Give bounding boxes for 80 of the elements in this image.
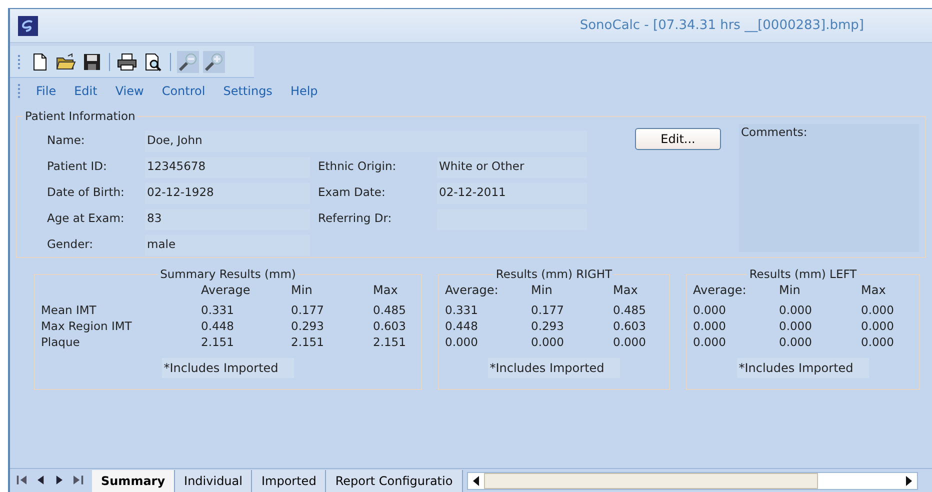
table-cell-text: 0.000	[693, 318, 727, 334]
window-title: SonoCalc - [07.34.31 hrs __[0000283].bmp]	[580, 18, 864, 33]
column-header: Average:	[693, 282, 748, 298]
field-label: Date of Birth:	[46, 184, 126, 202]
field-label: Exam Date:	[317, 184, 386, 202]
field-label: Patient ID:	[46, 158, 108, 176]
field-label: Ethnic Origin:	[317, 158, 398, 176]
table-cell-text: 0.000	[531, 334, 565, 350]
field-label: Name:	[46, 132, 86, 150]
app-logo-icon	[18, 16, 38, 36]
menu-item[interactable]: File	[29, 80, 64, 102]
table-cell-text: 0.448	[201, 318, 235, 334]
table-cell-text: 0.000	[779, 302, 813, 318]
field-label: Gender:	[46, 236, 94, 254]
table-cell-text: 0.000	[861, 318, 895, 334]
menu-item[interactable]: Help	[283, 80, 325, 102]
table-cell-text: 0.331	[201, 302, 235, 318]
open-folder-button[interactable]	[55, 50, 77, 72]
printer-button[interactable]	[116, 50, 138, 72]
table-cell-text: 0.177	[531, 302, 565, 318]
table-cell-text: 0.485	[373, 302, 407, 318]
menu-item[interactable]: Control	[154, 80, 212, 102]
group-title: Patient Information	[24, 108, 136, 124]
group-title: Results (mm) LEFT	[748, 266, 858, 282]
field-value: 02-12-1928	[145, 182, 310, 204]
column-header: Min	[779, 282, 802, 298]
scroll-right-icon[interactable]	[905, 476, 913, 486]
field-value: 02-12-2011	[437, 182, 587, 204]
column-header: Min	[291, 282, 314, 298]
scroll-left-icon[interactable]	[472, 476, 480, 486]
table-cell-text: 2.151	[201, 334, 235, 350]
column-header: Max	[861, 282, 887, 298]
footnote: *Includes Imported	[488, 358, 620, 378]
table-cell-text: 0.331	[445, 302, 479, 318]
table-cell-text: 0.177	[291, 302, 325, 318]
table-cell-text: 0.448	[445, 318, 479, 334]
table-cell-text: 0.000	[693, 334, 727, 350]
edit-button[interactable]: Edit...	[635, 128, 721, 150]
row-label: Max Region IMT	[41, 318, 133, 334]
sheet-tab[interactable]: Individual	[175, 470, 252, 492]
field-value: 83	[145, 208, 310, 230]
footnote: *Includes Imported	[736, 358, 870, 378]
table-cell-text: 0.603	[373, 318, 407, 334]
sheet-tab[interactable]: Report Configuratio	[326, 470, 463, 492]
group-title: Summary Results (mm)	[159, 266, 297, 282]
table-cell-text: 0.000	[693, 302, 727, 318]
row-label: Plaque	[41, 334, 81, 350]
horizontal-scrollbar[interactable]	[466, 472, 918, 490]
table-cell-text: 0.000	[613, 334, 647, 350]
table-cell-text: 2.151	[373, 334, 407, 350]
table-cell-text: 0.000	[779, 318, 813, 334]
field-value: 12345678	[145, 156, 310, 178]
field-value: White or Other	[437, 156, 587, 178]
field-label: Referring Dr:	[317, 210, 393, 228]
field-value: male	[145, 234, 310, 256]
table-cell-text: 0.293	[291, 318, 325, 334]
sheet-tab[interactable]: Imported	[252, 470, 326, 492]
column-header: Max	[373, 282, 399, 298]
table-cell-text: 2.151	[291, 334, 325, 350]
table-cell-text: 0.603	[613, 318, 647, 334]
column-header: Max	[613, 282, 639, 298]
sheet-tab[interactable]: Summary	[92, 470, 176, 492]
menu-item[interactable]: Settings	[216, 80, 280, 102]
comments-label: Comments:	[740, 124, 808, 141]
footnote: *Includes Imported	[162, 358, 294, 378]
table-cell-text: 0.485	[613, 302, 647, 318]
group-title: Results (mm) RIGHT	[494, 266, 614, 282]
row-label: Mean IMT	[41, 302, 98, 318]
menu-item[interactable]: View	[108, 80, 151, 102]
table-cell-text: 0.000	[861, 334, 895, 350]
table-cell-text: 0.000	[861, 302, 895, 318]
table-cell-text: 0.000	[445, 334, 479, 350]
field-value: Doe, John	[145, 130, 587, 152]
column-header: Average	[201, 282, 252, 298]
field-label: Age at Exam:	[46, 210, 126, 228]
column-header: Average:	[445, 282, 500, 298]
table-cell-text: 0.293	[531, 318, 565, 334]
menu-item[interactable]: Edit	[67, 80, 104, 102]
column-header: Min	[531, 282, 554, 298]
table-cell-text: 0.000	[779, 334, 813, 350]
